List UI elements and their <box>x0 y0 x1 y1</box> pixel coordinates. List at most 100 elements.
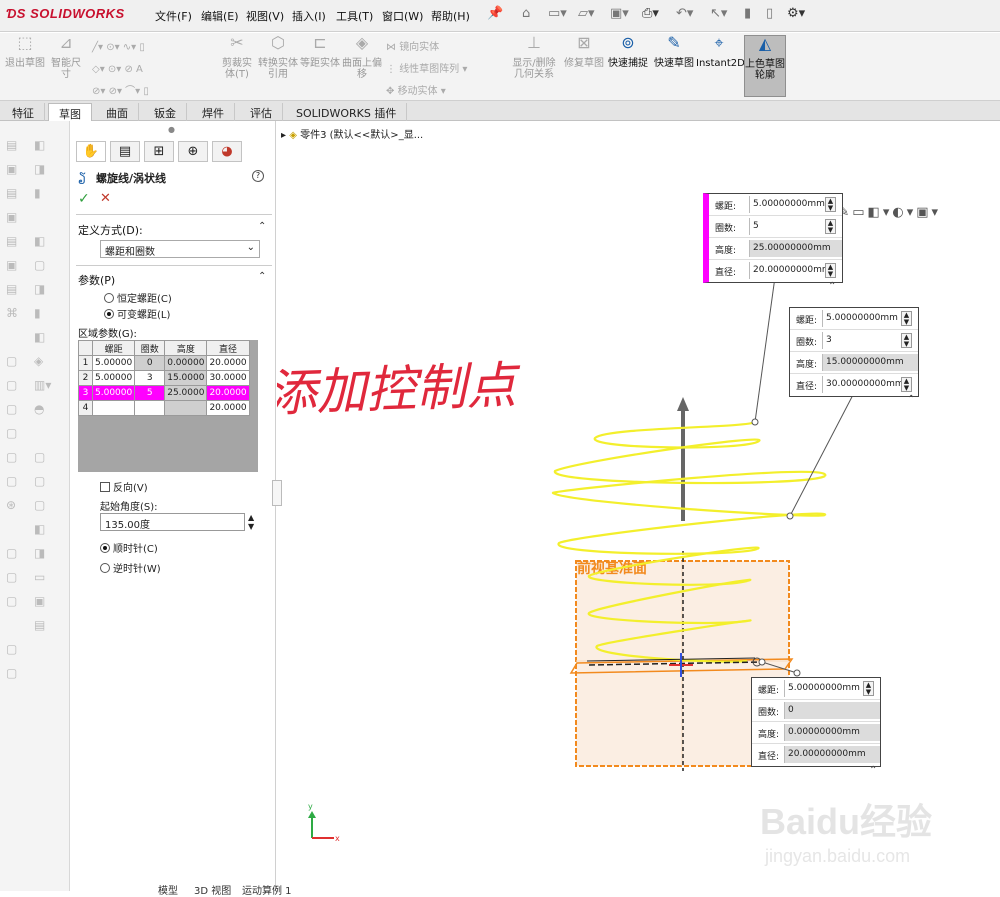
configuration-manager-tab-icon[interactable]: ⊞ <box>144 141 174 162</box>
callout-row: 高度: 0.00000000mm <box>752 722 880 744</box>
menu-edit[interactable]: 编辑(E) <box>201 8 239 24</box>
ok-button[interactable]: ✓ <box>78 191 90 207</box>
variable-pitch-radio[interactable]: 可变螺距(L) <box>104 306 170 321</box>
tab-model[interactable]: 模型 <box>158 882 178 897</box>
reverse-checkbox[interactable]: 反向(V) <box>100 479 148 494</box>
tab-weldments[interactable]: 焊件 <box>192 103 235 121</box>
callout-region-2[interactable]: 螺距: 5.00000000mm ▲ ▼ 圈数: 3 ▲ ▼ 高度: 15.00000000m… <box>789 307 919 397</box>
table-row-selected[interactable]: 3 5.00000 5 25.0000 20.0000 <box>78 385 250 401</box>
mirror-entities-button[interactable]: ⋈ 镜向实体 <box>386 37 498 59</box>
smart-dimension-icon: ⊿ <box>59 33 73 52</box>
spinner-icon[interactable]: ▲ ▼ <box>825 197 836 212</box>
feature-manager-tab-icon[interactable]: ✋ <box>76 141 106 162</box>
spinner-icon[interactable]: ▲ ▼ <box>825 263 836 278</box>
callout-row[interactable]: 圈数: 5 ▲ ▼ <box>709 216 842 238</box>
panel-resize-handle[interactable]: ● <box>168 125 175 134</box>
options-gear-icon[interactable]: ⚙▾ <box>787 6 805 21</box>
tab-sheet-metal[interactable]: 钣金 <box>144 103 187 121</box>
callout-region-3[interactable]: 螺距: 5.00000000mm ▲ ▼ 圈数: 5 ▲ ▼ 高度: 25.00000000m… <box>703 193 843 283</box>
region-parameters-table[interactable]: 螺距 圈数 高度 直径 1 5.00000 0 0.00000 20.0000 … <box>78 340 258 472</box>
rebuild-icon[interactable]: ▮ <box>744 6 751 21</box>
tab-surfaces[interactable]: 曲面 <box>96 103 139 121</box>
dimxpert-tab-icon[interactable]: ⊕ <box>178 141 208 162</box>
callout-row[interactable]: 圈数: 3 ▲ ▼ <box>790 330 918 352</box>
spinner-icon[interactable]: ▲ ▼ <box>901 333 912 348</box>
surface-offset-icon: ◈ <box>355 33 369 52</box>
define-by-select[interactable]: 螺距和圈数 ⌄ <box>100 240 260 258</box>
file-properties-icon[interactable]: ▯ <box>766 6 773 21</box>
tab-3d-views[interactable]: 3D 视图 <box>194 882 231 897</box>
offset-entities-button[interactable]: ⊏ 等距实体 <box>300 35 340 97</box>
table-row[interactable]: 1 5.00000 0 0.00000 20.0000 <box>78 355 250 371</box>
help-icon[interactable]: ? <box>252 170 264 182</box>
graphics-area[interactable]: ▸ ◈ 零件3 (默认<<默认>_显... 前视基准面 y x 添加控制点 Ba… <box>277 121 1000 891</box>
sketch-entities-group[interactable]: ╱▾ ⊙▾ ∿▾ ▯ ◇▾ ⊙▾ ⊘ A ⊘▾ ⊘▾ ⌒▾ ▯ <box>92 37 210 103</box>
menu-help[interactable]: 帮助(H) <box>431 8 470 24</box>
collapse-icon[interactable]: ⌃ <box>258 271 266 282</box>
clockwise-radio[interactable]: 顺时针(C) <box>100 540 158 555</box>
tab-features[interactable]: 特征 <box>2 103 45 121</box>
spinner-icon[interactable]: ▲ ▼ <box>825 219 836 234</box>
convert-icon: ⬡ <box>271 33 285 52</box>
menu-window[interactable]: 窗口(W) <box>382 8 423 24</box>
counterclockwise-radio[interactable]: 逆时针(W) <box>100 560 161 575</box>
feature-icons-col1[interactable]: ▤ ▣ ▤ ▣ ▤ ▣ ▤ ⌘ ▢ ▢ ▢ ▢ ▢ ▢ ⊛ ▢ ▢ ▢ ▢ ▢ <box>6 133 18 685</box>
open-icon[interactable]: ▱▾ <box>578 6 595 21</box>
start-angle-input[interactable]: 135.00度 <box>100 513 245 531</box>
collapse-icon[interactable]: ⌃ <box>258 221 266 232</box>
callout-row[interactable]: 直径: 30.00000000mm ▲ ▼ <box>790 374 918 396</box>
tab-addins[interactable]: SOLIDWORKS 插件 <box>286 103 408 121</box>
tab-evaluate[interactable]: 评估 <box>240 103 283 121</box>
pin-icon[interactable]: 📌 <box>487 6 503 21</box>
repair-sketch-button[interactable]: ⊠ 修复草图 <box>564 35 604 97</box>
smart-dimension-button[interactable]: ⊿ 智能尺寸 <box>48 35 84 97</box>
instant2d-button[interactable]: ⌖ Instant2D <box>696 35 745 97</box>
spinner-icon[interactable]: ▲ ▼ <box>901 377 912 392</box>
menu-file[interactable]: 文件(F) <box>155 8 192 24</box>
shaded-contour-icon: ◭ <box>758 34 772 53</box>
tab-sketch[interactable]: 草图 <box>48 103 92 121</box>
cancel-button[interactable]: ✕ <box>100 191 111 206</box>
callout-collapse-icon[interactable]: ⌃ <box>869 765 877 776</box>
table-row[interactable]: 4 20.0000 <box>78 400 250 416</box>
callout-row[interactable]: 螺距: 5.00000000mm ▲ ▼ <box>709 194 842 216</box>
quick-snaps-button[interactable]: ⊚ 快速捕捉 <box>608 35 648 97</box>
handwritten-annotation: 添加控制点 <box>277 356 522 423</box>
rapid-sketch-button[interactable]: ✎ 快速草图 <box>654 35 694 97</box>
save-icon[interactable]: ▣▾ <box>610 6 629 21</box>
convert-entities-button[interactable]: ⬡ 转换实体引用 <box>258 35 298 97</box>
undo-icon[interactable]: ↶▾ <box>676 6 693 21</box>
linear-pattern-button[interactable]: ⋮ 线性草图阵列 ▾ <box>386 59 498 81</box>
spinner-icon[interactable]: ▲ ▼ <box>863 681 874 696</box>
trim-entities-button[interactable]: ✂ 剪裁实体(T) <box>218 35 256 97</box>
display-manager-tab-icon[interactable]: ◕ <box>212 141 242 162</box>
menu-insert[interactable]: 插入(I) <box>292 8 326 24</box>
command-manager-ribbon: ⬚ 退出草图 ⊿ 智能尺寸 ╱▾ ⊙▾ ∿▾ ▯ ◇▾ ⊙▾ ⊘ A ⊘▾ ⊘▾ ⌒▾ … <box>0 33 1000 101</box>
print-icon[interactable]: ⎙▾ <box>642 6 659 21</box>
exit-sketch-button[interactable]: ⬚ 退出草图 <box>4 35 46 97</box>
shaded-sketch-contours-button[interactable]: ◭ 上色草图轮廓 <box>744 35 786 97</box>
callout-row[interactable]: 螺距: 5.00000000mm ▲ ▼ <box>790 308 918 330</box>
callout-row[interactable]: 直径: 20.00000000mm ▲ ▼ <box>709 260 842 282</box>
table-row[interactable]: 2 5.00000 3 15.0000 30.0000 <box>78 370 250 386</box>
callout-row: 高度: 15.00000000mm <box>790 352 918 374</box>
callout-row[interactable]: 螺距: 5.00000000mm ▲ ▼ <box>752 678 880 700</box>
callout-collapse-icon[interactable]: ⌃ <box>828 281 836 292</box>
select-icon[interactable]: ↖▾ <box>710 6 727 21</box>
tab-motion-study[interactable]: 运动算例 1 <box>242 882 292 897</box>
property-manager-tab-icon[interactable]: ▤ <box>110 141 140 162</box>
feature-icons-col2[interactable]: ◧ ◨ ▮ ◧ ▢ ◨ ▮ ◧ ◈ ▥▾ ◓ ▢ ▢ ▢ ◧ ◨ ▭ ▣ ▤ <box>34 133 51 637</box>
offset-on-surface-button[interactable]: ◈ 曲面上偏移 <box>342 35 382 97</box>
home-icon[interactable]: ⌂ <box>522 6 530 21</box>
spinner-icon[interactable]: ▲ ▼ <box>248 513 254 531</box>
callout-region-1[interactable]: 螺距: 5.00000000mm ▲ ▼ 圈数: 0 高度: 0.00000000mm 直… <box>751 677 881 767</box>
spinner-icon[interactable]: ▲ ▼ <box>901 311 912 326</box>
constant-pitch-radio[interactable]: 恒定螺距(C) <box>104 290 172 305</box>
menu-view[interactable]: 视图(V) <box>246 8 284 24</box>
callout-collapse-icon[interactable]: ⌃ <box>907 394 915 405</box>
show-relations-button[interactable]: ⊥ 显示/删除几何关系 <box>508 35 560 97</box>
menu-tools[interactable]: 工具(T) <box>336 8 373 24</box>
repair-icon: ⊠ <box>577 33 591 52</box>
move-entities-button[interactable]: ✥ 移动实体 ▾ <box>386 81 498 103</box>
new-doc-icon[interactable]: ▭▾ <box>548 6 567 21</box>
